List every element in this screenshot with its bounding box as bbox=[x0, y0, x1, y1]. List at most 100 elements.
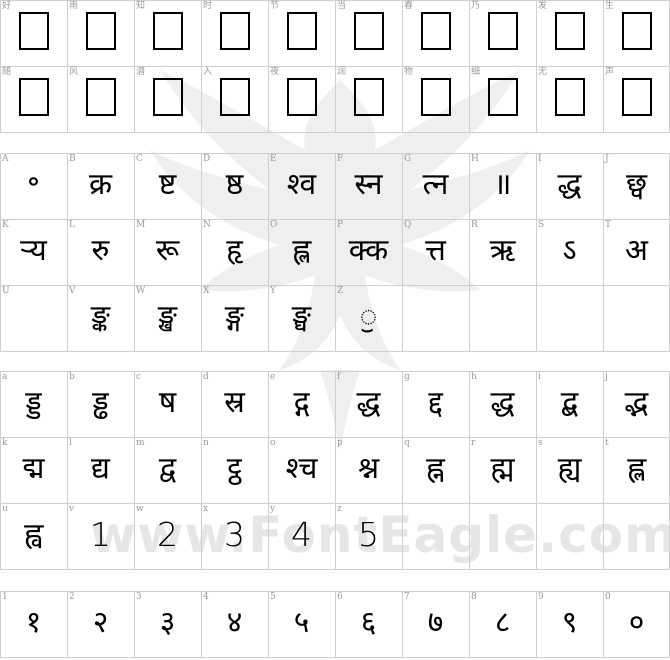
missing-glyph-icon bbox=[18, 12, 49, 50]
key-label: U bbox=[2, 286, 10, 296]
key-label: O bbox=[270, 220, 278, 230]
missing-glyph-icon bbox=[353, 78, 384, 116]
glyph-cell: 润 bbox=[335, 66, 402, 132]
missing-glyph-box bbox=[134, 12, 201, 54]
key-label: 知 bbox=[136, 1, 146, 11]
glyph-sample: द्ध bbox=[490, 385, 515, 420]
glyph-cell: 2२ bbox=[67, 591, 134, 657]
glyph-cell: W ङ्ख bbox=[134, 285, 201, 351]
missing-glyph-icon bbox=[554, 12, 585, 50]
glyph-sample: रु bbox=[91, 233, 110, 268]
glyph-cell: I द्ध bbox=[536, 153, 603, 219]
key-label: 3 bbox=[136, 592, 142, 602]
glyph-sample: 3 bbox=[224, 515, 245, 554]
missing-glyph-icon bbox=[487, 78, 518, 116]
glyph-cell: 4४ bbox=[201, 591, 268, 657]
glyph-cell: 无 bbox=[536, 66, 603, 132]
glyph-cell: b ड्ढ bbox=[67, 371, 134, 437]
key-label: v bbox=[69, 504, 75, 514]
key-label: X bbox=[203, 286, 210, 296]
glyph-cell: M रू bbox=[134, 219, 201, 285]
glyph-sample: ८ bbox=[494, 605, 511, 640]
glyph-cell: J छ्व bbox=[603, 153, 670, 219]
missing-glyph-box bbox=[402, 12, 469, 54]
glyph-sample: ड्ढ bbox=[92, 385, 109, 420]
glyph-cell: j द्भ bbox=[603, 371, 670, 437]
key-label: J bbox=[605, 154, 609, 164]
glyph-sample: 2 bbox=[157, 515, 178, 554]
missing-glyph-icon bbox=[621, 78, 652, 116]
key-label: w bbox=[136, 504, 144, 514]
glyph-cell: H ॥ bbox=[469, 153, 536, 219]
key-label: 8 bbox=[471, 592, 477, 602]
key-label: 物 bbox=[404, 67, 414, 77]
glyph-cell: 入 bbox=[201, 66, 268, 132]
missing-glyph-icon bbox=[152, 78, 183, 116]
glyph-sample: क्क bbox=[348, 233, 389, 268]
glyph-cell bbox=[536, 503, 603, 569]
glyph-sample: द्ध bbox=[557, 167, 582, 202]
glyph-cell: A ॰ bbox=[0, 153, 67, 219]
glyph-sample: ह्न bbox=[426, 451, 445, 486]
glyph-cell bbox=[603, 503, 670, 569]
glyph-sample: ह्म bbox=[490, 451, 515, 486]
key-label: 发 bbox=[538, 1, 548, 11]
key-label: r bbox=[471, 438, 476, 448]
glyph-cell: Zॖ bbox=[335, 285, 402, 351]
missing-glyph-icon bbox=[286, 12, 317, 50]
missing-glyph-box bbox=[134, 78, 201, 120]
key-label: 随 bbox=[2, 67, 12, 77]
glyph-cell: d स्र bbox=[201, 371, 268, 437]
key-label: 无 bbox=[538, 67, 548, 77]
glyph-cell bbox=[603, 285, 670, 351]
key-label: 好 bbox=[2, 1, 12, 11]
glyph-cell: 节 bbox=[268, 0, 335, 66]
glyph-cell: Q त्त bbox=[402, 219, 469, 285]
key-label: 夜 bbox=[270, 67, 280, 77]
glyph-sample: ६ bbox=[360, 605, 377, 640]
key-label: 2 bbox=[69, 592, 75, 602]
key-label: l bbox=[69, 438, 72, 448]
glyph-cell: e द्ग bbox=[268, 371, 335, 437]
glyph-cell: g द्द bbox=[402, 371, 469, 437]
missing-glyph-box bbox=[268, 78, 335, 120]
glyph-cell: Rऋ bbox=[469, 219, 536, 285]
key-label: 7 bbox=[404, 592, 410, 602]
key-label: x bbox=[203, 504, 209, 514]
glyph-sample: ङ्ख bbox=[158, 299, 177, 334]
missing-glyph-box bbox=[201, 12, 268, 54]
missing-glyph-box bbox=[536, 12, 603, 54]
glyph-cell: 好 bbox=[0, 0, 67, 66]
glyph-sample: स्र bbox=[224, 385, 245, 420]
missing-glyph-box bbox=[603, 78, 670, 120]
key-label: n bbox=[203, 438, 209, 448]
key-label: 5 bbox=[270, 592, 276, 602]
glyph-cell: D ष्ठ bbox=[201, 153, 268, 219]
missing-glyph-box bbox=[67, 78, 134, 120]
missing-glyph-icon bbox=[353, 12, 384, 50]
glyph-sample: हृ bbox=[226, 233, 243, 268]
key-label: H bbox=[471, 154, 479, 164]
glyph-cell: cष bbox=[134, 371, 201, 437]
glyph-sample: १ bbox=[25, 605, 42, 640]
key-label: L bbox=[69, 220, 75, 230]
glyph-cell: 乃 bbox=[469, 0, 536, 66]
glyph-cell: E श्व bbox=[268, 153, 335, 219]
glyph-cell: C ष्ट bbox=[134, 153, 201, 219]
glyph-sample: क्र bbox=[88, 167, 113, 202]
glyph-cell: 细 bbox=[469, 66, 536, 132]
missing-glyph-icon bbox=[420, 12, 451, 50]
missing-glyph-icon bbox=[621, 12, 652, 50]
glyph-sample: द्ग bbox=[293, 385, 310, 420]
key-label: Q bbox=[404, 220, 412, 230]
key-label: Z bbox=[337, 286, 344, 296]
key-label: o bbox=[270, 438, 276, 448]
glyph-cell: 雨 bbox=[67, 0, 134, 66]
missing-glyph-icon bbox=[286, 78, 317, 116]
key-label: k bbox=[2, 438, 8, 448]
key-label: I bbox=[538, 154, 542, 164]
glyph-cell: v1 bbox=[67, 503, 134, 569]
glyph-cell: f द्ध bbox=[335, 371, 402, 437]
glyph-cell: V ङ्क bbox=[67, 285, 134, 351]
glyph-sample: 5 bbox=[358, 515, 379, 554]
